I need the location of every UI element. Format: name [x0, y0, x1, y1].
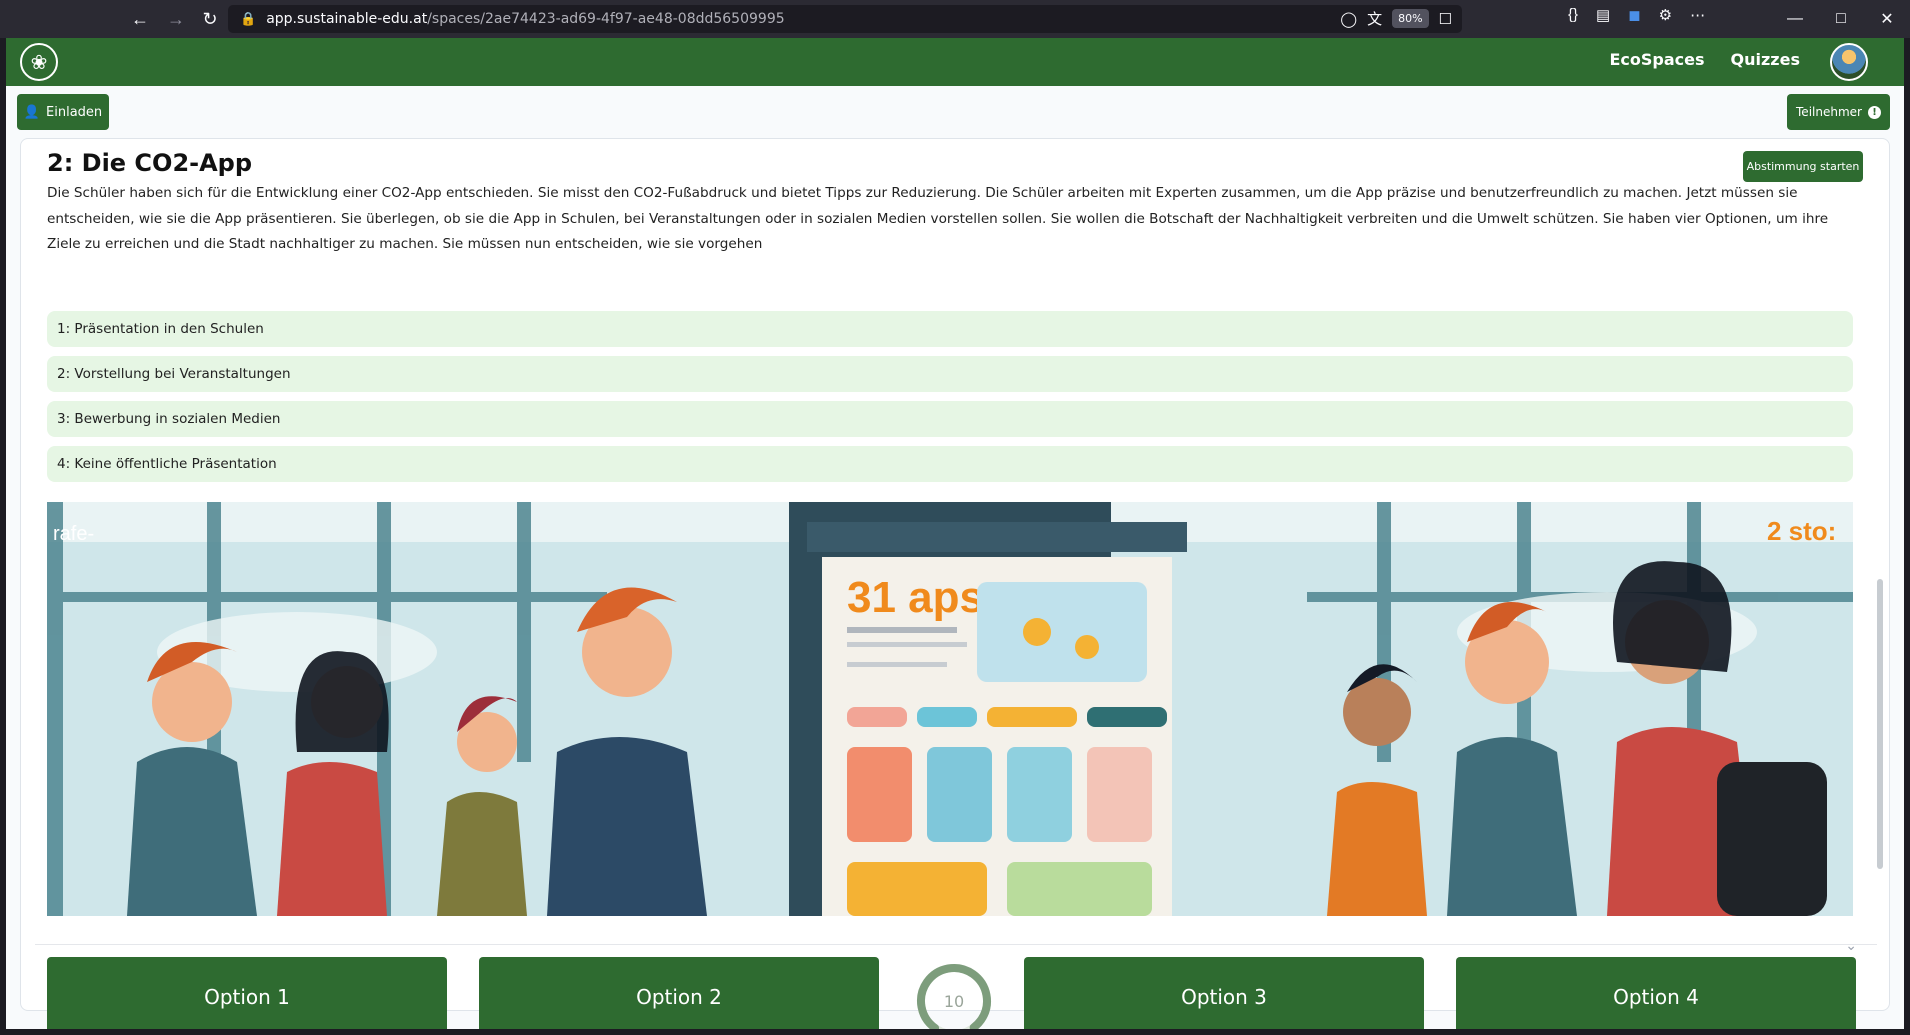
question-description: Die Schüler haben sich für die Entwicklu… [47, 185, 1829, 252]
add-user-icon: 👤 [23, 104, 41, 120]
illustration-corner-right: 2 sto: [1767, 516, 1836, 546]
illustration-corner-left: rafe- [53, 523, 94, 545]
bookmark-icon[interactable]: ☐ [1439, 10, 1452, 28]
app-header: ❀ EcoSpaces Quizzes [6, 38, 1904, 86]
avatar[interactable] [1830, 43, 1868, 81]
zoom-badge[interactable]: 80% [1392, 9, 1429, 28]
url-path: /spaces/2ae74423-ad69-4f97-ae48-08dd5650… [427, 11, 785, 27]
question-card: 2: Die CO2-App Abstimmung starten Die Sc… [20, 138, 1891, 1029]
vote-buttons: Option 1 Option 2 10 Option 3 Option 4 [21, 945, 1891, 1029]
translate-icon[interactable]: 文 [1367, 8, 1382, 29]
scrollbar[interactable] [1877, 579, 1883, 869]
list-item: 1: Präsentation in den Schulen [47, 311, 1853, 347]
extensions-icon[interactable]: ⚙ [1659, 6, 1672, 24]
maximize-icon[interactable]: □ [1818, 0, 1864, 38]
info-icon: ! [1867, 105, 1881, 119]
nav-ecospaces[interactable]: EcoSpaces [1609, 50, 1704, 69]
devtools-icon[interactable]: {} [1568, 6, 1578, 24]
page-title: 2: Die CO2-App [47, 149, 253, 177]
list-item: 4: Keine öffentliche Präsentation [47, 446, 1853, 482]
countdown-timer: 10 [916, 963, 992, 1029]
vote-option-3-button[interactable]: Option 3 [1024, 957, 1424, 1029]
close-icon[interactable]: ✕ [1864, 0, 1910, 38]
invite-button-label: Einladen [46, 104, 103, 120]
top-nav: EcoSpaces Quizzes [1609, 50, 1800, 69]
url-bar[interactable]: 🔒 app.sustainable-edu.at /spaces/2ae7442… [228, 5, 1462, 33]
tree-logo-icon[interactable]: ❀ [20, 43, 58, 81]
forward-icon[interactable]: → [158, 4, 194, 34]
nav-quizzes[interactable]: Quizzes [1731, 50, 1800, 69]
shield-icon[interactable]: ◯ [1340, 10, 1357, 28]
browser-toolbar: ← → ↻ 🔒 app.sustainable-edu.at /spaces/2… [0, 0, 1910, 38]
option-list: 1: Präsentation in den Schulen 2: Vorste… [47, 311, 1853, 491]
list-item: 2: Vorstellung bei Veranstaltungen [47, 356, 1853, 392]
reload-icon[interactable]: ↻ [192, 4, 228, 34]
list-item: 3: Bewerbung in sozialen Medien [47, 401, 1853, 437]
app-frame: ❀ EcoSpaces Quizzes 👤 Einladen Teilnehme… [6, 38, 1904, 1029]
vote-option-4-button[interactable]: Option 4 [1456, 957, 1856, 1029]
start-vote-button[interactable]: Abstimmung starten [1743, 151, 1863, 182]
invite-button[interactable]: 👤 Einladen [17, 94, 109, 130]
timer-value: 10 [943, 991, 965, 1011]
back-icon[interactable]: ← [122, 4, 158, 34]
minimize-icon[interactable]: — [1772, 0, 1818, 38]
menu-icon[interactable]: ⋯ [1690, 6, 1705, 24]
participants-button[interactable]: Teilnehmer ! [1787, 94, 1890, 130]
url-host: app.sustainable-edu.at [266, 11, 428, 27]
participants-button-label: Teilnehmer [1796, 105, 1862, 119]
vote-option-1-button[interactable]: Option 1 [47, 957, 447, 1029]
poster-heading: 31 aps [847, 573, 984, 622]
scene-illustration: 31 aps rafe- 2 sto: [47, 502, 1853, 916]
ublock-icon[interactable]: ◼ [1628, 6, 1640, 24]
students-at-kiosk-image: 31 aps rafe- 2 sto: [47, 502, 1853, 916]
vote-option-2-button[interactable]: Option 2 [479, 957, 879, 1029]
reader-icon[interactable]: ▤ [1596, 6, 1610, 24]
lock-icon: 🔒 [240, 11, 257, 27]
